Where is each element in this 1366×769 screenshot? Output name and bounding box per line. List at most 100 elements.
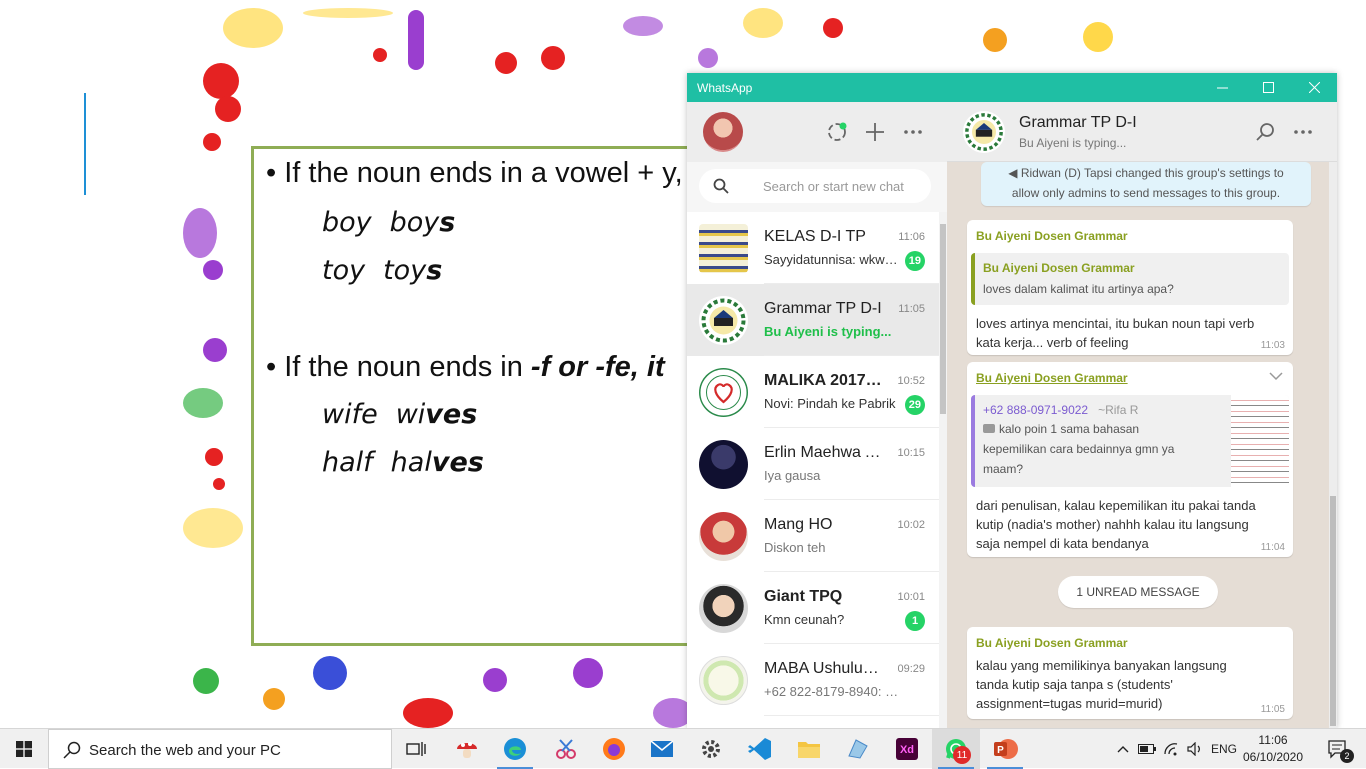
battery-button[interactable] [1136, 729, 1158, 769]
taskbar-app-firefox[interactable] [590, 729, 638, 769]
chat-menu-icon[interactable] [1291, 120, 1315, 144]
message-bubble[interactable]: Bu Aiyeni Dosen Grammar kalau yang memil… [967, 627, 1293, 719]
taskbar-app-snipping[interactable] [542, 729, 590, 769]
taskbar-app-mushroom[interactable] [443, 729, 491, 769]
taskbar-app-mail[interactable] [638, 729, 686, 769]
chat-item[interactable]: MABA Ushuluddin 2020 09:29 +62 822-8179-… [687, 644, 939, 716]
maximize-button[interactable] [1245, 73, 1291, 102]
chat-name: KELAS D-I TP [764, 228, 866, 245]
example-toy: toy toys [322, 255, 442, 286]
scrollbar-thumb[interactable] [1330, 496, 1336, 726]
plural-word: wives [395, 399, 478, 430]
conversation-header[interactable]: Grammar TP D-I Bu Aiyeni is typing... [947, 102, 1337, 162]
network-button[interactable] [1160, 729, 1182, 769]
chat-item[interactable]: Grammar TP D-I 11:05 Bu Aiyeni is typing… [687, 284, 939, 356]
my-profile-avatar[interactable] [703, 112, 743, 152]
chat-list-scrollbar[interactable] [939, 212, 947, 728]
show-hidden-icons-button[interactable] [1112, 729, 1134, 769]
chat-item[interactable]: MALIKA 2017 Alumni 10:52 Novi: Pindah ke… [687, 356, 939, 428]
gear-icon [702, 740, 720, 758]
paint-splat [623, 16, 663, 36]
message-time: 11:05 [1260, 704, 1285, 715]
chat-item[interactable]: Mang HO 10:02 Diskon teh [687, 500, 939, 572]
search-box[interactable] [699, 169, 931, 203]
paint-splat [743, 8, 783, 38]
wifi-icon [1164, 743, 1178, 756]
paint-splat [193, 668, 219, 694]
taskbar-app-paint[interactable] [834, 729, 882, 769]
bullet-1: • If the noun ends in a vowel + y, [266, 157, 683, 189]
taskbar-app-vscode[interactable] [736, 729, 784, 769]
taskbar-app-edge[interactable] [491, 729, 539, 769]
volume-button[interactable] [1184, 729, 1206, 769]
paint-splat [403, 698, 453, 728]
message-sender[interactable]: Bu Aiyeni Dosen Grammar [976, 636, 1128, 650]
paint-splat [205, 448, 223, 466]
search-input[interactable] [763, 177, 923, 195]
taskbar-app-explorer[interactable] [785, 729, 833, 769]
taskbar-app-whatsapp[interactable]: 11 [932, 729, 980, 769]
task-view-button[interactable] [392, 729, 440, 769]
taskbar-app-powerpoint[interactable]: P [981, 729, 1029, 769]
group-avatar[interactable] [963, 111, 1005, 153]
chat-time: 10:02 [897, 519, 925, 531]
input-language[interactable]: ENG [1208, 729, 1240, 769]
clock-date: 06/10/2020 [1242, 750, 1304, 764]
message-sender[interactable]: Bu Aiyeni Dosen Grammar [976, 229, 1128, 243]
unread-messages-divider: 1 UNREAD MESSAGE [1058, 576, 1218, 608]
quoted-message[interactable]: +62 888-0971-9022 ~Rifa R kalo poin 1 sam… [971, 395, 1289, 487]
chat-time: 10:15 [897, 447, 925, 459]
message-bubble[interactable]: Bu Aiyeni Dosen Grammar Bu Aiyeni Dosen … [967, 220, 1293, 355]
maximize-icon [1262, 82, 1274, 93]
chat-name: Grammar TP D-I [764, 300, 882, 317]
paint-splat [983, 28, 1007, 52]
search-messages-icon[interactable] [1253, 120, 1277, 144]
search-icon [63, 741, 81, 759]
taskbar-search-input[interactable] [89, 741, 379, 759]
paint-splat [203, 133, 221, 151]
chat-item[interactable]: Erlin Maehwa Ayu 10:15 Iya gausa [687, 428, 939, 500]
edge-browser-icon [504, 738, 526, 760]
close-button[interactable] [1291, 73, 1337, 102]
chat-item[interactable]: KELAS D-I TP 11:06 Sayyidatunnisa: wkwkw… [687, 212, 939, 284]
powerpoint-icon: P [994, 739, 1018, 759]
quoted-message[interactable]: Bu Aiyeni Dosen Grammar loves dalam kali… [971, 253, 1289, 305]
paint-splat [573, 658, 603, 688]
action-center-button[interactable]: 2 [1318, 729, 1358, 769]
taskbar-app-settings[interactable] [687, 729, 735, 769]
new-chat-icon[interactable] [863, 120, 887, 144]
start-button[interactable] [0, 729, 48, 769]
vscode-icon [748, 738, 771, 760]
taskbar-app-xd[interactable]: Xd [883, 729, 931, 769]
title-bar[interactable]: WhatsApp [687, 73, 1337, 102]
system-message: ◀ Ridwan (D) Tapsi changed this group's … [981, 162, 1311, 206]
menu-icon[interactable] [901, 120, 925, 144]
paint-splat [263, 688, 285, 710]
adobe-xd-icon: Xd [896, 738, 918, 760]
message-text: loves artinya mencintai, itu bukan noun … [976, 316, 1255, 350]
chat-time: 11:06 [898, 231, 925, 243]
message-sender[interactable]: Bu Aiyeni Dosen Grammar [976, 371, 1128, 385]
scrollbar-thumb[interactable] [940, 224, 946, 414]
paint-splat [183, 508, 243, 548]
system-clock[interactable]: 11:06 06/10/2020 [1238, 732, 1308, 766]
chat-item[interactable]: Giant TPQ 10:01 Kmn ceunah? 1 [687, 572, 939, 644]
taskbar: Xd 11 P ENG 11:06 06/10/2020 2 [0, 728, 1366, 769]
chat-preview: Iya gausa [764, 468, 821, 483]
paint-splat [183, 208, 217, 258]
chevron-down-icon[interactable] [1269, 371, 1283, 381]
messages-scrollbar[interactable] [1329, 162, 1337, 728]
message-bubble[interactable]: Bu Aiyeni Dosen Grammar +62 888-0971-902… [967, 362, 1293, 557]
whatsapp-unread-badge: 11 [953, 746, 971, 764]
window-title: WhatsApp [697, 81, 753, 95]
search-icon [713, 178, 729, 194]
paint-splat [541, 46, 565, 70]
chat-time: 11:05 [898, 303, 925, 315]
message-time: 11:03 [1260, 340, 1285, 351]
conversation-pane: Grammar TP D-I Bu Aiyeni is typing... ◀ … [947, 102, 1337, 728]
taskbar-search[interactable] [48, 729, 392, 769]
chat-time: 10:01 [897, 591, 925, 603]
status-icon[interactable] [825, 120, 849, 144]
singular-word: boy [322, 207, 372, 238]
minimize-button[interactable] [1199, 73, 1245, 102]
